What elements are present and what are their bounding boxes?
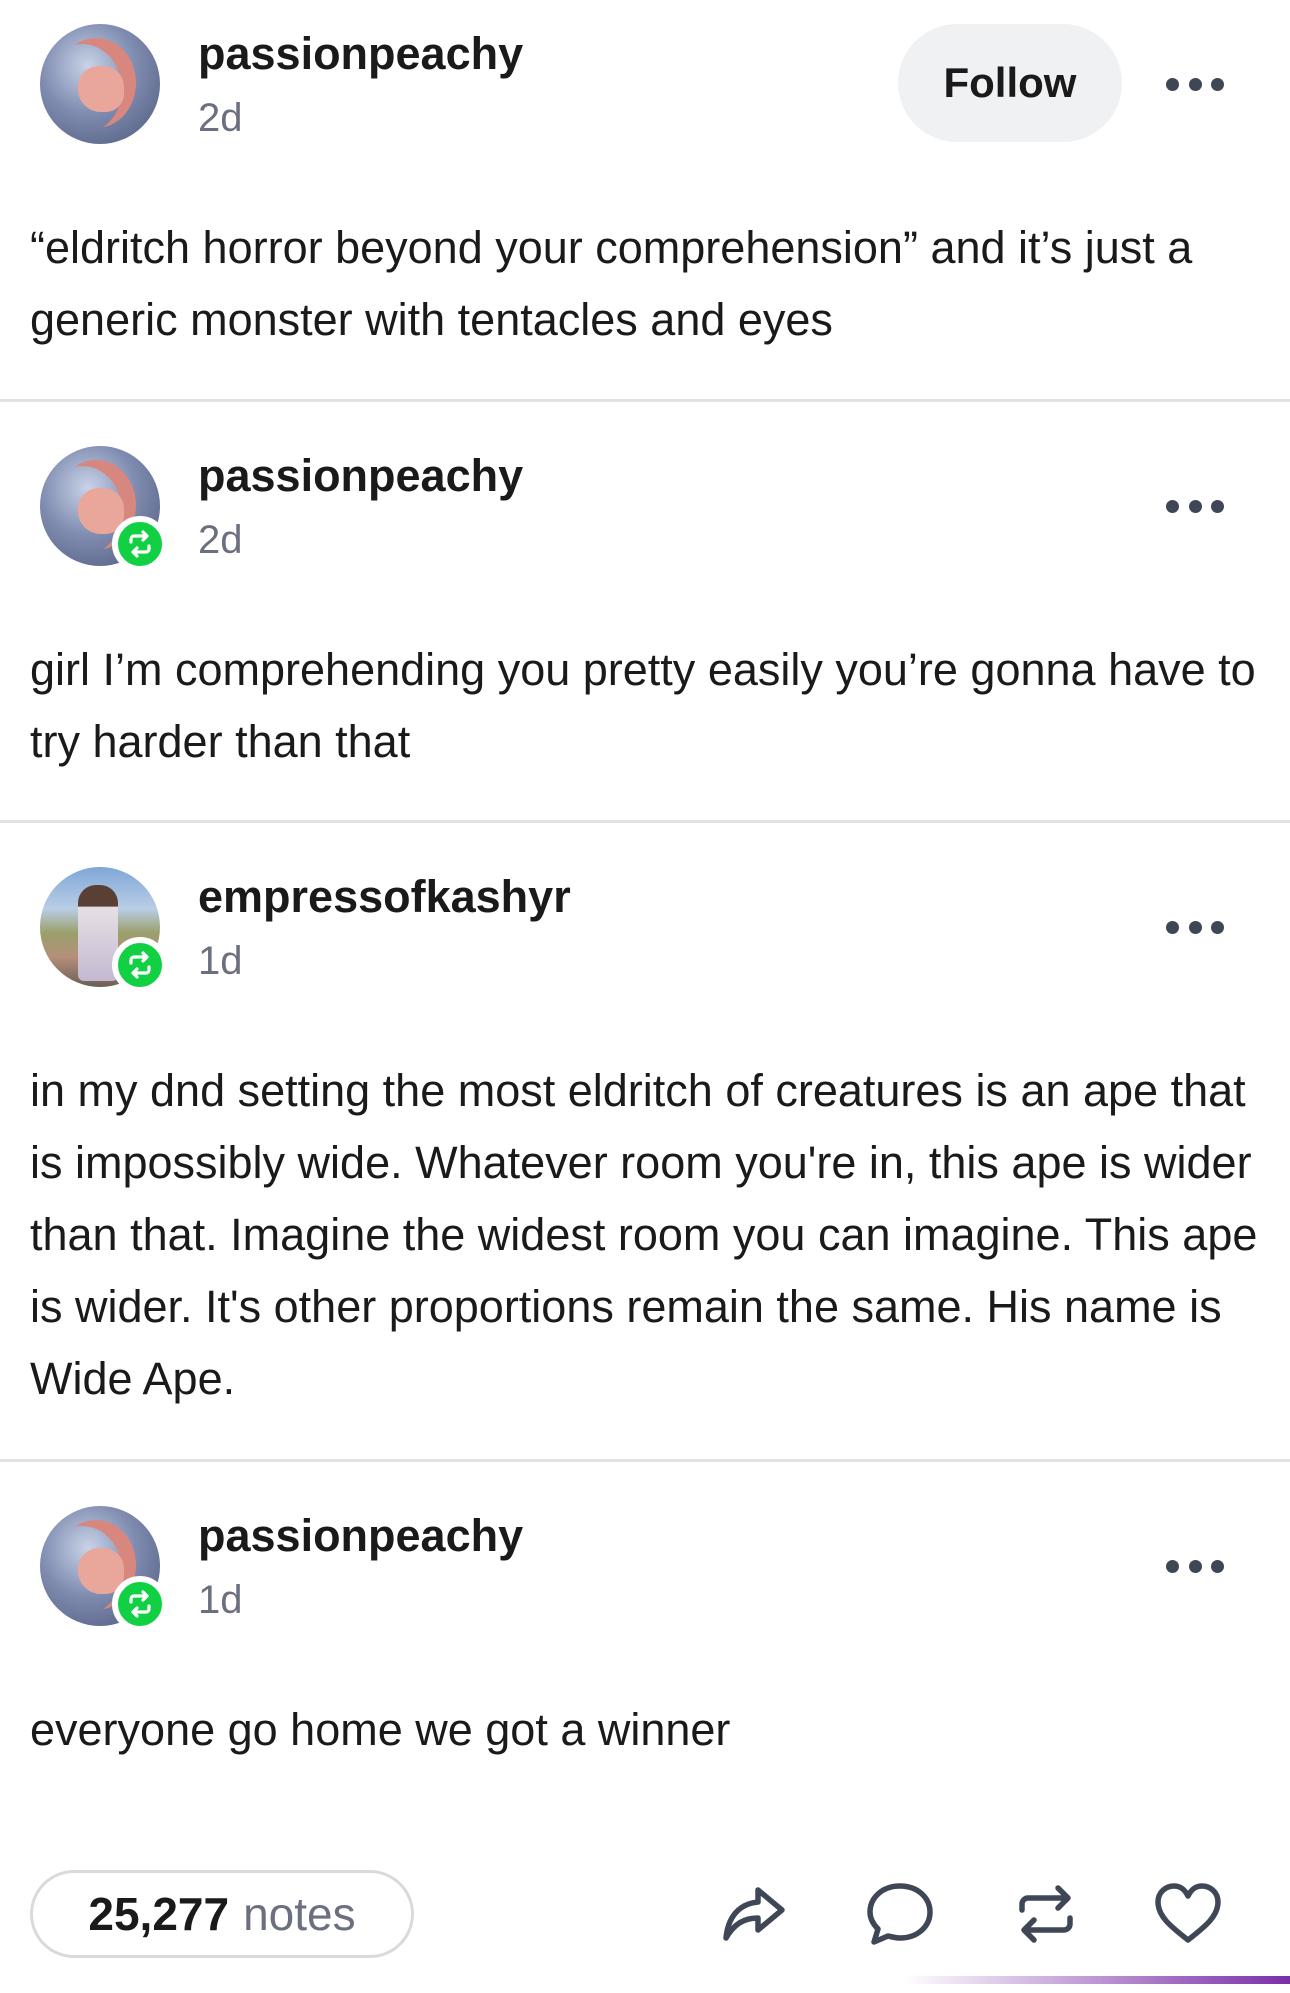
username[interactable]: passionpeachy xyxy=(198,450,523,502)
post-body: in my dnd setting the most eldritch of c… xyxy=(30,1065,1258,1404)
more-options-icon[interactable] xyxy=(1166,74,1224,94)
follow-button[interactable]: Follow xyxy=(898,24,1122,142)
more-options-icon[interactable] xyxy=(1166,1556,1224,1576)
more-options-icon[interactable] xyxy=(1166,917,1224,937)
like-icon[interactable] xyxy=(1150,1876,1226,1952)
post-original: passionpeachy 2d Follow “eldritch horror… xyxy=(0,0,1290,402)
post-time[interactable]: 1d xyxy=(198,1578,243,1623)
avatar[interactable] xyxy=(40,24,160,144)
username[interactable]: empressofkashyr xyxy=(198,871,571,923)
share-icon[interactable] xyxy=(716,1876,792,1952)
post-reblog: empressofkashyr 1d in my dnd setting the… xyxy=(0,823,1290,1462)
reblog-icon[interactable] xyxy=(1008,1876,1084,1952)
post-time[interactable]: 2d xyxy=(198,96,243,141)
post-time[interactable]: 2d xyxy=(198,518,243,563)
post-reblog: passionpeachy 2d girl I’m comprehending … xyxy=(0,402,1290,823)
post-body: everyone go home we got a winner xyxy=(30,1704,731,1755)
reply-icon[interactable] xyxy=(862,1876,938,1952)
avatar[interactable] xyxy=(40,867,168,993)
creature-illustration xyxy=(78,66,124,112)
reblog-badge-icon xyxy=(112,1576,168,1632)
username[interactable]: passionpeachy xyxy=(198,28,523,80)
notes-button[interactable]: 25,277 notes xyxy=(30,1870,414,1958)
bottom-accent-bar xyxy=(0,1976,1290,1984)
username[interactable]: passionpeachy xyxy=(198,1510,523,1562)
post-body: “eldritch horror beyond your comprehensi… xyxy=(30,222,1193,345)
post-time[interactable]: 1d xyxy=(198,939,243,984)
more-options-icon[interactable] xyxy=(1166,496,1224,516)
reblog-badge-icon xyxy=(112,516,168,572)
avatar[interactable] xyxy=(40,1506,168,1632)
post-body: girl I’m comprehending you pretty easily… xyxy=(30,644,1256,767)
post-footer: 25,277 notes xyxy=(0,1868,1290,1984)
avatar[interactable] xyxy=(40,446,168,572)
notes-label: notes xyxy=(243,1888,356,1940)
notes-count: 25,277 xyxy=(88,1888,230,1940)
reblog-badge-icon xyxy=(112,937,168,993)
